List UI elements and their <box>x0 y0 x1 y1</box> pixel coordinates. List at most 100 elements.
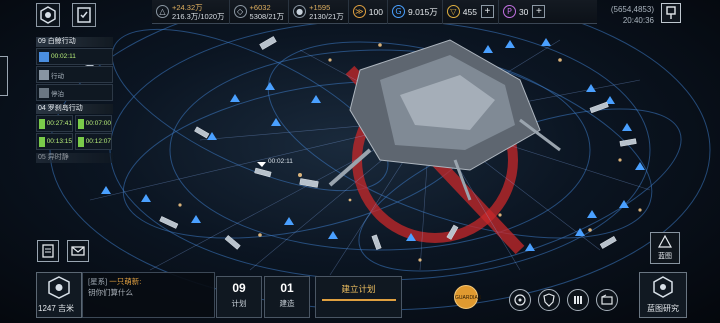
fleet-card[interactable]: 00:27:41 <box>36 115 73 132</box>
fleet-status: 停泊 <box>51 90 64 98</box>
chat-channel: [星系] <box>88 277 108 286</box>
map-marker-button[interactable] <box>661 3 681 23</box>
blueprint-label: 蓝图 <box>658 253 672 260</box>
hangar-button[interactable] <box>567 289 589 311</box>
fleet-timer: 00:07:00 <box>85 120 111 127</box>
credits-icon: G <box>391 5 405 18</box>
fleet-group-1[interactable]: 09 白鲸行动 00:02:11 行动 停泊 <box>36 37 113 101</box>
hexagon-emblem-icon <box>40 6 56 24</box>
resource-crystal-total: 5308/21万 <box>249 11 285 21</box>
plan-button[interactable]: 09 计划 <box>216 276 262 318</box>
fleet-status: 行动 <box>51 72 64 80</box>
marker-timer: 00:02:11 <box>268 158 293 165</box>
storage-button[interactable] <box>596 289 618 311</box>
gold-value: 455 <box>462 6 477 17</box>
build-plan-title: 建立计划 <box>341 284 376 294</box>
gold-icon: ▽ <box>446 5 460 18</box>
resource-metal-income: +24.32万 <box>172 2 203 12</box>
tasks-button[interactable] <box>72 3 96 27</box>
clock: 20:40:36 <box>622 16 654 25</box>
guardian-button[interactable]: GUARDIAN <box>454 285 481 309</box>
folder-icon <box>601 294 613 305</box>
fleet-card[interactable]: 00:02:11 <box>36 48 113 65</box>
shield-icon <box>543 293 555 307</box>
fleet-group-2[interactable]: 04 罗刹岛行动 00:27:41 00:07:00 00:13:15 00:1… <box>36 104 113 150</box>
build-label: 建造 <box>279 299 295 308</box>
distance-readout: 1247 吉米 <box>38 304 75 313</box>
fleet-card[interactable]: 行动 <box>36 66 113 83</box>
fleet-card[interactable]: 停泊 <box>36 84 113 101</box>
blueprint-icon <box>657 234 673 248</box>
add-premium-button[interactable]: + <box>532 5 546 18</box>
fleet-timer: 00:27:41 <box>46 120 72 127</box>
anchor-icon <box>39 87 49 98</box>
build-count: 01 <box>280 281 294 295</box>
plan-label: 计划 <box>231 299 247 308</box>
resource-metal[interactable]: △ +24.32万 216.3万/1020万 <box>152 0 230 24</box>
build-plan-bar <box>322 299 396 301</box>
fleet-group-3[interactable]: 05 异时静 <box>36 153 113 163</box>
pin-icon <box>666 6 676 19</box>
flag-icon <box>39 136 45 147</box>
gold-counter[interactable]: ▽ 455 + <box>443 0 499 24</box>
credits-counter[interactable]: G 9.015万 <box>388 0 443 24</box>
premium-value: 30 <box>518 6 529 17</box>
premium-icon: P <box>502 5 516 18</box>
energy-icon: ≫ <box>352 5 366 18</box>
resource-crystal[interactable]: ◇ +6032 5308/21万 <box>230 0 290 24</box>
add-gold-button[interactable]: + <box>480 5 494 18</box>
credits-value: 9.015万 <box>407 6 438 17</box>
hexagon-emblem-icon <box>653 276 673 298</box>
resource-gas-income: +1595 <box>309 2 331 12</box>
fleet-timer: 00:13:15 <box>46 138 72 145</box>
scan-button[interactable] <box>509 289 531 311</box>
alliance-button[interactable] <box>36 3 60 27</box>
hexagon-emblem-icon <box>48 276 70 299</box>
flag-icon <box>78 136 84 147</box>
fleet-card[interactable]: 00:07:00 <box>75 115 112 132</box>
chat-panel[interactable]: [星系] 一只萌新: 钥你们算什么 <box>82 272 215 318</box>
hangar-icon <box>574 296 582 304</box>
chat-sender: 一只萌新: <box>109 277 142 286</box>
chat-message: 钥你们算什么 <box>88 288 133 297</box>
gas-resource-icon: ● <box>293 5 307 18</box>
crystal-resource-icon: ◇ <box>233 5 247 18</box>
resource-metal-total: 216.3万/1020万 <box>172 11 225 21</box>
plan-count: 09 <box>232 281 246 295</box>
side-collapse-tab[interactable] <box>0 56 8 96</box>
fleet-group-title: 05 异时静 <box>36 153 113 163</box>
fleet-card[interactable]: 00:13:15 <box>36 133 73 150</box>
envelope-icon <box>71 246 85 256</box>
document-icon <box>42 244 54 258</box>
fleet-dock-button[interactable] <box>538 289 560 311</box>
build-button[interactable]: 01 建造 <box>264 276 310 318</box>
resource-gas[interactable]: ● +1595 2130/21万 <box>289 0 349 24</box>
blueprint-research-button[interactable]: 蓝图研究 <box>639 272 687 318</box>
flag-icon <box>39 118 45 129</box>
premium-counter[interactable]: P 30 + <box>499 0 549 24</box>
triangle-resource-icon: △ <box>156 5 169 18</box>
energy-value: 100 <box>368 6 383 17</box>
flag-icon <box>78 118 84 129</box>
blueprint-research-label: 蓝图研究 <box>647 304 679 313</box>
radar-icon <box>514 294 526 306</box>
fleet-timer: 00:12:07 <box>85 138 111 145</box>
ship-icon <box>39 69 49 80</box>
energy-counter[interactable]: ≫ 100 <box>349 0 388 24</box>
map-coordinates: (5654,4853) 20:40:36 <box>600 4 654 26</box>
fast-forward-icon <box>39 51 49 62</box>
mail-list-button[interactable] <box>37 240 59 262</box>
fleet-timer: 00:02:11 <box>51 53 76 60</box>
checklist-icon <box>77 7 91 23</box>
fleet-group-title: 04 罗刹岛行动 <box>36 104 113 114</box>
mail-button[interactable] <box>67 240 89 262</box>
resource-crystal-income: +6032 <box>249 2 271 12</box>
fleet-card[interactable]: 00:12:07 <box>75 133 112 150</box>
fleet-group-title: 09 白鲸行动 <box>36 37 113 47</box>
build-plan-panel[interactable]: 建立计划 <box>315 276 402 318</box>
coordinate-readout: (5654,4853) <box>610 5 654 14</box>
fleet-panel: 09 白鲸行动 00:02:11 行动 停泊 04 罗刹岛行动 00:27:41… <box>36 37 113 166</box>
resource-gas-total: 2130/21万 <box>309 11 344 21</box>
blueprint-button[interactable]: 蓝图 <box>650 232 680 264</box>
resource-bar: △ +24.32万 216.3万/1020万 ◇ +6032 5308/21万 ● … <box>152 0 597 24</box>
